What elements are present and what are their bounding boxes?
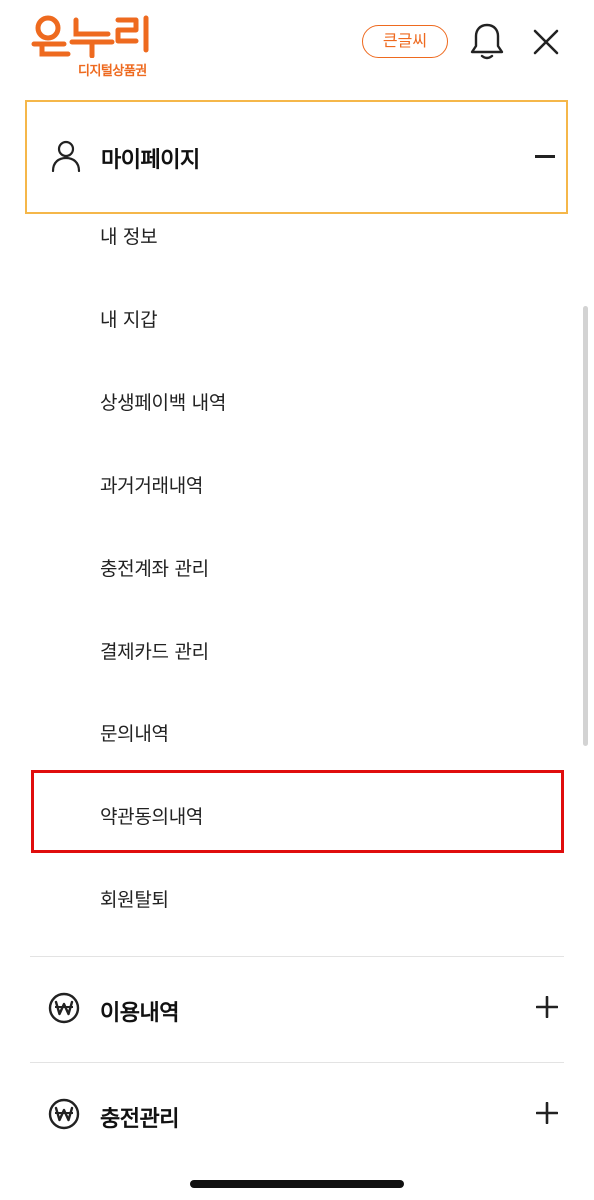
menu-section-usage[interactable]: 이용내역 [30,958,564,1058]
divider [30,956,564,957]
submenu-item-charge-account[interactable]: 충전계좌 관리 [100,554,209,581]
logo-subtitle: 디지털상품권 [78,64,147,79]
won-icon [48,992,80,1024]
menu-section-charge[interactable]: 충전관리 [30,1064,564,1164]
submenu-item-payment-card[interactable]: 결제카드 관리 [100,637,209,664]
divider [30,1062,564,1063]
scrollbar[interactable] [583,306,588,746]
menu-section-mypage[interactable]: 마이페이지 [25,100,568,214]
submenu-item-my-info[interactable]: 내 정보 [100,222,158,249]
submenu-item-past-transactions[interactable]: 과거거래내역 [100,471,203,498]
plus-icon[interactable] [536,1102,558,1124]
submenu-item-my-wallet[interactable]: 내 지갑 [100,305,158,332]
minus-icon[interactable] [535,155,555,158]
submenu-item-inquiries[interactable]: 문의내역 [100,719,169,746]
section-title-usage: 이용내역 [100,1001,179,1026]
onnuri-logo[interactable]: 디지털상품권 [30,14,160,79]
person-icon [51,140,81,172]
app-header: 디지털상품권 큰글씨 [0,0,594,86]
bell-icon[interactable] [470,22,504,60]
section-title-charge: 충전관리 [100,1107,179,1132]
home-indicator [190,1180,404,1188]
won-icon [48,1098,80,1130]
plus-icon[interactable] [536,996,558,1018]
submenu-item-withdraw[interactable]: 회원탈퇴 [100,885,169,912]
section-title-mypage: 마이페이지 [101,148,200,173]
large-text-button[interactable]: 큰글씨 [362,25,448,58]
submenu-item-payback-history[interactable]: 상생페이백 내역 [100,388,226,415]
close-icon[interactable] [530,26,562,58]
onnuri-logo-mark [31,15,149,58]
highlight-box [31,770,564,853]
